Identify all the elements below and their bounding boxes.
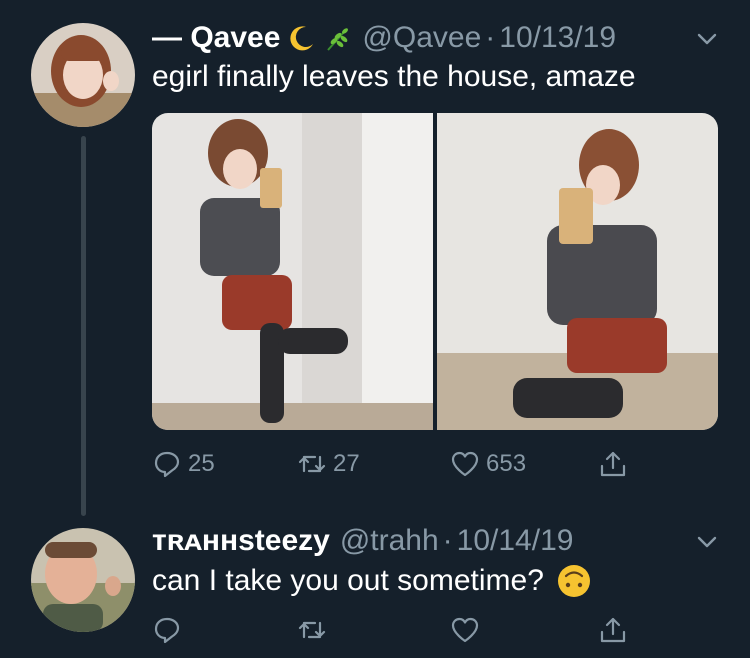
share-button[interactable] [598, 612, 628, 648]
action-bar: 25 27 653 [152, 446, 672, 482]
reply-icon [154, 617, 180, 644]
retweet-count: 27 [333, 450, 360, 477]
crescent-moon-emoji-icon [290, 26, 314, 51]
tweet-text: egirl finally leaves the house, amaze [152, 60, 636, 93]
thread-line [81, 136, 86, 516]
tweet-header: ᴛʀᴀʜʜsteezy @trahh · 10/14/19 [152, 523, 573, 559]
action-bar [152, 612, 672, 648]
retweet-button[interactable] [297, 612, 327, 648]
timestamp[interactable]: 10/14/19 [457, 524, 574, 558]
chevron-down-icon[interactable] [694, 26, 720, 52]
heart-icon [451, 451, 479, 477]
reply-button[interactable] [152, 612, 182, 648]
retweet-button[interactable]: 27 [297, 446, 360, 482]
handle[interactable]: @trahh [340, 524, 439, 558]
like-count: 653 [486, 450, 527, 477]
heart-icon [451, 617, 479, 643]
handle[interactable]: @Qavee [362, 21, 481, 55]
like-button[interactable] [450, 612, 480, 648]
share-icon [600, 451, 626, 477]
photo[interactable] [152, 113, 433, 430]
share-button[interactable] [598, 446, 628, 482]
reply-button[interactable]: 25 [152, 446, 215, 482]
display-name[interactable]: ᴛʀᴀʜʜsteezy [152, 524, 330, 558]
retweet-icon [298, 621, 326, 639]
tweet[interactable]: — Qavee @Qavee · 10/13/19 egirl finally … [0, 0, 750, 516]
photo[interactable] [437, 113, 718, 430]
like-button[interactable]: 653 [450, 446, 526, 482]
timestamp[interactable]: 10/13/19 [499, 21, 616, 55]
avatar[interactable] [31, 23, 135, 127]
reply-icon [154, 451, 180, 478]
reply-count: 25 [188, 450, 215, 477]
separator: · [442, 524, 453, 557]
chevron-down-icon[interactable] [694, 529, 720, 555]
tweet-text-content: can I take you out sometime? [152, 564, 544, 597]
display-name[interactable]: — Qavee [152, 21, 280, 55]
avatar[interactable] [31, 528, 135, 632]
tweet[interactable]: ᴛʀᴀʜʜsteezy @trahh · 10/14/19 can I take… [0, 505, 750, 658]
tweet-header: — Qavee @Qavee · 10/13/19 [152, 20, 616, 56]
upside-down-face-emoji-icon [557, 565, 590, 597]
tweet-text: can I take you out sometime? [152, 563, 592, 599]
separator: · [485, 21, 496, 54]
media-grid[interactable] [152, 113, 718, 430]
share-icon [600, 617, 626, 643]
herb-emoji-icon [327, 28, 349, 51]
retweet-icon [298, 455, 326, 473]
